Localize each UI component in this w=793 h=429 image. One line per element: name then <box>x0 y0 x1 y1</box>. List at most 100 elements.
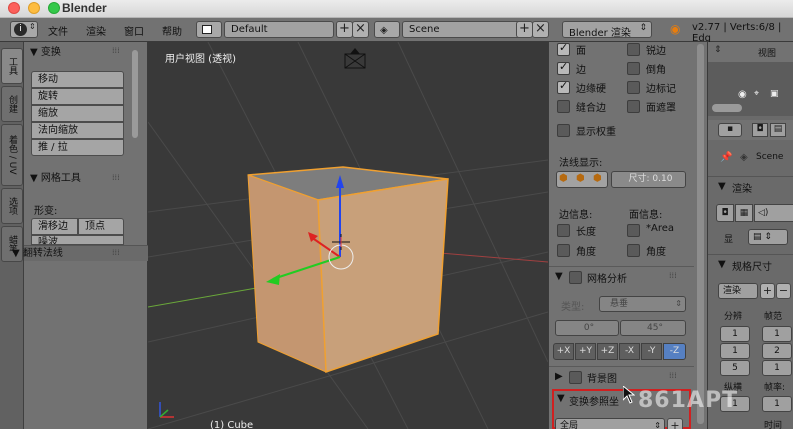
noise-button[interactable]: 噪波 <box>31 235 124 245</box>
chevron-updown-icon[interactable]: ⇕ <box>714 45 722 55</box>
outliner-scrollbar[interactable] <box>712 104 742 112</box>
axis-button-neg-y[interactable]: -Y <box>641 343 662 360</box>
render-engine-select[interactable]: Blender 渲染 ⇕ <box>562 21 652 39</box>
edge-angle-label: 角度 <box>576 247 596 258</box>
view-menu[interactable]: 视图 <box>758 46 776 59</box>
drag-handle-icon[interactable]: ⁞⁞⁞ <box>669 271 677 280</box>
cursor-icon[interactable]: ⌖ <box>754 89 759 99</box>
drag-handle-icon[interactable]: ⁞⁞⁞ <box>112 46 120 55</box>
properties-scrollbar[interactable] <box>697 44 704 424</box>
axis-button-pos-y[interactable]: +Y <box>575 343 596 360</box>
render-preset-select[interactable]: 渲染 <box>718 283 758 299</box>
axis-button-pos-x[interactable]: +X <box>553 343 574 360</box>
slide-edge-button[interactable]: 滑移边 <box>31 218 78 235</box>
minimize-window-button[interactable] <box>28 2 40 14</box>
scene-field[interactable]: Scene <box>402 21 530 38</box>
translate-button[interactable]: 移动 <box>31 71 124 88</box>
checkbox-edge-marks[interactable] <box>627 81 640 94</box>
camera-tab-icon[interactable]: ◘ <box>752 123 768 137</box>
display-label: 显 <box>724 235 734 245</box>
resolution-x-value: 1 <box>732 329 738 339</box>
mesh-analysis-panel-header[interactable]: ▼ 网格分析 ⁞⁞⁞ <box>549 266 694 286</box>
checkbox-face-angle[interactable] <box>627 244 640 257</box>
render-audio-icon[interactable]: ◁) <box>754 204 793 222</box>
add-scene-button[interactable]: + <box>516 21 533 38</box>
checkbox-background-images[interactable] <box>569 371 582 384</box>
split-normal-icon[interactable]: ⬢ <box>576 173 585 184</box>
frame-start-field[interactable]: 1 <box>762 326 792 342</box>
checkbox-seams[interactable] <box>557 100 570 113</box>
drag-handle-icon[interactable]: ⁞⁞⁞ <box>669 371 677 380</box>
add-orientation-button[interactable]: + <box>667 418 683 429</box>
add-screen-button[interactable]: + <box>336 21 353 38</box>
tool-shelf-scrollbar[interactable] <box>132 50 138 138</box>
screen-layout-icon[interactable] <box>196 21 222 38</box>
transform-orientation-select[interactable]: 全局 ⇕ <box>555 418 665 429</box>
checkbox-show-weights[interactable] <box>557 124 570 137</box>
zoom-window-button[interactable] <box>48 2 60 14</box>
checkbox-face-mask[interactable] <box>627 100 640 113</box>
render-animation-icon[interactable]: ▦ <box>735 204 753 222</box>
push-pull-button[interactable]: 推 / 拉 <box>31 139 124 156</box>
resolution-x-field[interactable]: 1 <box>720 326 750 342</box>
checkbox-mesh-analysis[interactable] <box>569 271 582 284</box>
checkbox-face-area[interactable] <box>627 224 640 237</box>
vertex-normal-icon[interactable]: ⬢ <box>559 173 568 184</box>
dimensions-panel-header[interactable]: ▼ 规格尺寸 <box>708 254 793 274</box>
menu-render[interactable]: 渲染 <box>86 23 106 38</box>
shrink-fatten-button[interactable]: 法向缩放 <box>31 122 124 139</box>
frame-step-field[interactable]: 1 <box>762 360 792 376</box>
screen-layout-field[interactable]: Default <box>224 21 334 38</box>
menu-window[interactable]: 窗口 <box>124 23 144 38</box>
checkbox-edge-angle[interactable] <box>557 244 570 257</box>
display-select[interactable]: ▤ ⇕ <box>748 229 788 245</box>
scene-icon[interactable]: ◈ <box>374 21 400 38</box>
camera-icon[interactable]: ▣ <box>770 89 779 99</box>
frame-rate-select[interactable]: 1 <box>762 396 792 412</box>
editor-type-button[interactable]: i ⇕ <box>10 21 38 38</box>
drag-handle-icon[interactable]: ⁞⁞⁞ <box>112 173 120 182</box>
checkbox-sharp[interactable] <box>627 43 640 56</box>
tab-create[interactable]: 创建 <box>1 86 23 122</box>
remove-preset-button[interactable]: − <box>776 283 791 299</box>
slide-vertex-button[interactable]: 顶点 <box>78 218 124 235</box>
analysis-type-select[interactable]: 悬垂 ⇕ <box>599 296 686 312</box>
checkbox-crease[interactable] <box>557 79 570 94</box>
face-normal-icon[interactable]: ⬢ <box>593 173 602 184</box>
pin-icon[interactable]: 📌 <box>720 152 732 163</box>
axis-button-neg-z[interactable]: -Z <box>663 343 686 360</box>
checkbox-edge-length[interactable] <box>557 224 570 237</box>
checkbox-faces[interactable] <box>557 42 570 56</box>
menu-file[interactable]: 文件 <box>48 23 68 38</box>
close-window-button[interactable] <box>8 2 20 14</box>
resolution-y-field[interactable]: 1 <box>720 343 750 359</box>
background-images-panel-header[interactable]: ▶ 背景图 ⁞⁞⁞ <box>549 366 694 386</box>
normal-size-field[interactable]: 尺寸: 0.10 <box>611 171 686 188</box>
axis-button-pos-z[interactable]: +Z <box>597 343 618 360</box>
axis-button-neg-x[interactable]: -X <box>619 343 640 360</box>
render-tab-icon[interactable]: ▪ <box>718 123 742 137</box>
layers-tab-icon[interactable]: ▤ <box>770 123 786 137</box>
delete-scene-button[interactable]: × <box>532 21 549 38</box>
tab-shading-uv[interactable]: 着色 / UV <box>1 124 23 186</box>
eye-icon[interactable]: ◉ <box>738 89 747 100</box>
add-preset-button[interactable]: + <box>760 283 775 299</box>
checkbox-bevel[interactable] <box>627 62 640 75</box>
scale-button[interactable]: 缩放 <box>31 105 124 122</box>
resolution-pct-field[interactable]: 5 <box>720 360 750 376</box>
display-icon: ▤ ⇕ <box>753 232 772 242</box>
menu-help[interactable]: 帮助 <box>162 23 182 38</box>
max-angle-field[interactable]: 45° <box>620 320 686 336</box>
rotate-button[interactable]: 旋转 <box>31 88 124 105</box>
render-panel-header[interactable]: ▼ 渲染 <box>708 176 793 196</box>
tab-tools[interactable]: 工具 <box>1 48 23 84</box>
render-image-icon[interactable]: ◘ <box>716 204 734 222</box>
frame-end-field[interactable]: 2 <box>762 343 792 359</box>
drag-handle-icon[interactable]: ⁞⁞⁞ <box>112 248 120 257</box>
edge-marks-label: 边标记 <box>646 84 676 95</box>
delete-screen-button[interactable]: × <box>352 21 369 38</box>
min-angle-field[interactable]: 0° <box>555 320 619 336</box>
checkbox-edges[interactable] <box>557 60 570 75</box>
tab-options[interactable]: 选项 <box>1 188 23 224</box>
3d-viewport[interactable]: 用户视图 (透视) (1) Cube <box>148 42 548 429</box>
